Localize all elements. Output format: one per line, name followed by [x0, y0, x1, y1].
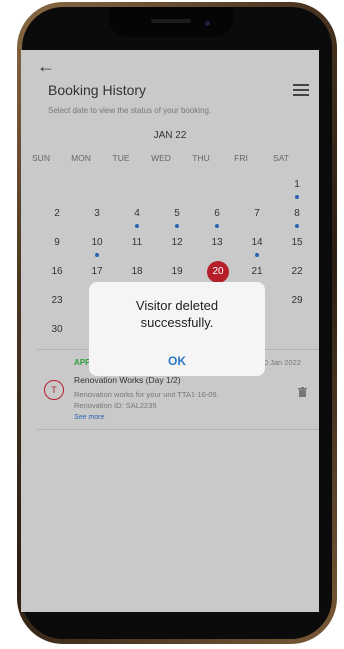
- calendar-day[interactable]: 29: [277, 295, 317, 306]
- weekday-label: MON: [71, 153, 91, 163]
- calendar-day[interactable]: 4: [117, 208, 157, 219]
- calendar-day[interactable]: 10: [77, 237, 117, 248]
- calendar-day[interactable]: 13: [197, 237, 237, 248]
- calendar-day[interactable]: 11: [117, 237, 157, 248]
- dialog-message-line: successfully.: [140, 315, 214, 330]
- calendar-day[interactable]: 6: [197, 208, 237, 219]
- calendar-day[interactable]: 21: [237, 266, 277, 277]
- booking-description: Renovation works for your unit TTA1-16-0…: [74, 389, 219, 411]
- calendar-day[interactable]: 19: [157, 266, 197, 277]
- booking-dot: [215, 224, 219, 228]
- booking-dot: [295, 195, 299, 199]
- calendar-day[interactable]: 23: [37, 295, 77, 306]
- booking-dot: [255, 253, 259, 257]
- calendar-day[interactable]: 1: [277, 179, 317, 190]
- calendar-day[interactable]: 17: [77, 266, 117, 277]
- calendar-month: JAN 22: [153, 130, 187, 141]
- calendar-day[interactable]: 7: [237, 208, 277, 219]
- calendar-day[interactable]: 16: [37, 266, 77, 277]
- page-subtitle: Select date to view the status of your b…: [48, 106, 212, 115]
- back-arrow-icon[interactable]: ←: [37, 56, 55, 77]
- booking-desc-line: Renovation ID: SAL2235: [74, 401, 157, 410]
- calendar-day[interactable]: 2: [37, 208, 77, 219]
- booking-dot: [295, 224, 299, 228]
- weekday-label: TUE: [112, 153, 130, 163]
- calendar-day[interactable]: 15: [277, 237, 317, 248]
- weekday-label: THU: [192, 153, 210, 163]
- calendar-day[interactable]: 3: [77, 208, 117, 219]
- calendar-day[interactable]: 30: [37, 324, 77, 335]
- page-title: Booking History: [48, 82, 147, 98]
- ok-button[interactable]: OK: [89, 354, 265, 368]
- booking-dot: [175, 224, 179, 228]
- calendar-day[interactable]: 14: [237, 237, 277, 248]
- calendar-day[interactable]: 22: [277, 266, 317, 277]
- weekday-label: WED: [151, 153, 171, 163]
- booking-desc-line: Renovation works for your unit TTA1-16-0…: [74, 390, 219, 399]
- trash-icon[interactable]: [298, 384, 307, 397]
- divider: [37, 429, 319, 430]
- weekday-label: FRI: [234, 153, 248, 163]
- weekday-label: SUN: [32, 153, 50, 163]
- booking-dot: [95, 253, 99, 257]
- calendar-day-selected[interactable]: 20: [207, 261, 229, 283]
- see-more-link[interactable]: See more: [74, 414, 104, 421]
- dialog-message: Visitor deleted successfully.: [89, 297, 265, 331]
- calendar-day[interactable]: 8: [277, 208, 317, 219]
- dialog-message-line: Visitor deleted: [135, 298, 219, 313]
- booking-title: Renovation Works (Day 1/2): [74, 375, 181, 385]
- list-icon[interactable]: [293, 84, 309, 99]
- calendar-day[interactable]: 9: [37, 237, 77, 248]
- renovation-icon: T: [44, 380, 64, 400]
- calendar-day[interactable]: 12: [157, 237, 197, 248]
- booking-dot: [135, 224, 139, 228]
- calendar-day[interactable]: 5: [157, 208, 197, 219]
- speaker: [151, 19, 191, 23]
- weekday-label: SAT: [273, 153, 289, 163]
- calendar-day[interactable]: 18: [117, 266, 157, 277]
- camera: [205, 21, 210, 26]
- status-badge: APP: [74, 358, 91, 367]
- booking-date: 20 Jan 2022: [259, 358, 301, 367]
- alert-dialog: Visitor deleted successfully. OK: [89, 282, 265, 376]
